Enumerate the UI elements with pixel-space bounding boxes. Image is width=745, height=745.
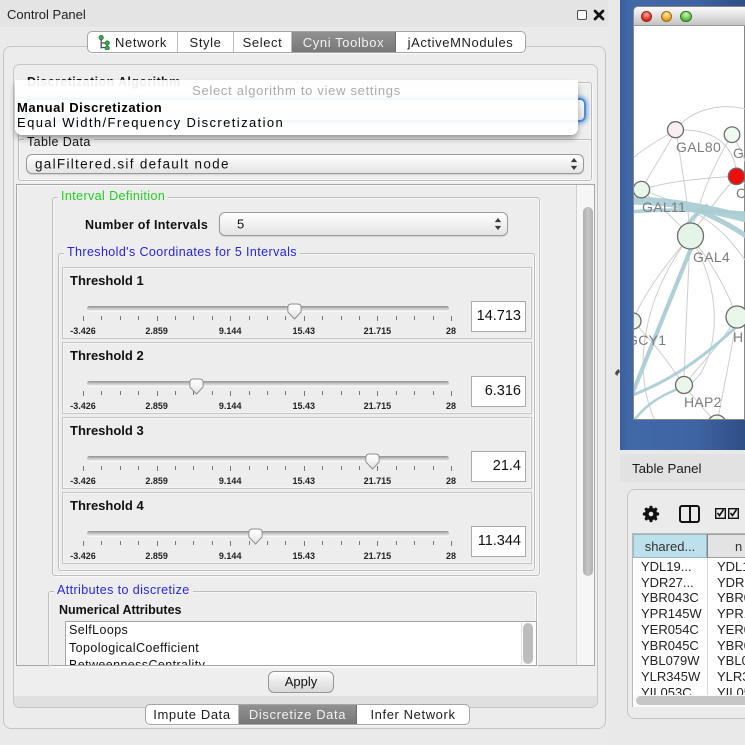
svg-text:GAL80: GAL80 (676, 139, 721, 155)
svg-text:H: H (733, 329, 743, 345)
svg-text:C: C (736, 185, 745, 201)
svg-text:GAL11: GAL11 (642, 199, 686, 215)
svg-text:GAL4: GAL4 (693, 249, 730, 265)
svg-text:GCY1: GCY1 (634, 332, 666, 348)
svg-text:HAP2: HAP2 (684, 394, 722, 410)
svg-text:G.: G. (733, 145, 745, 161)
